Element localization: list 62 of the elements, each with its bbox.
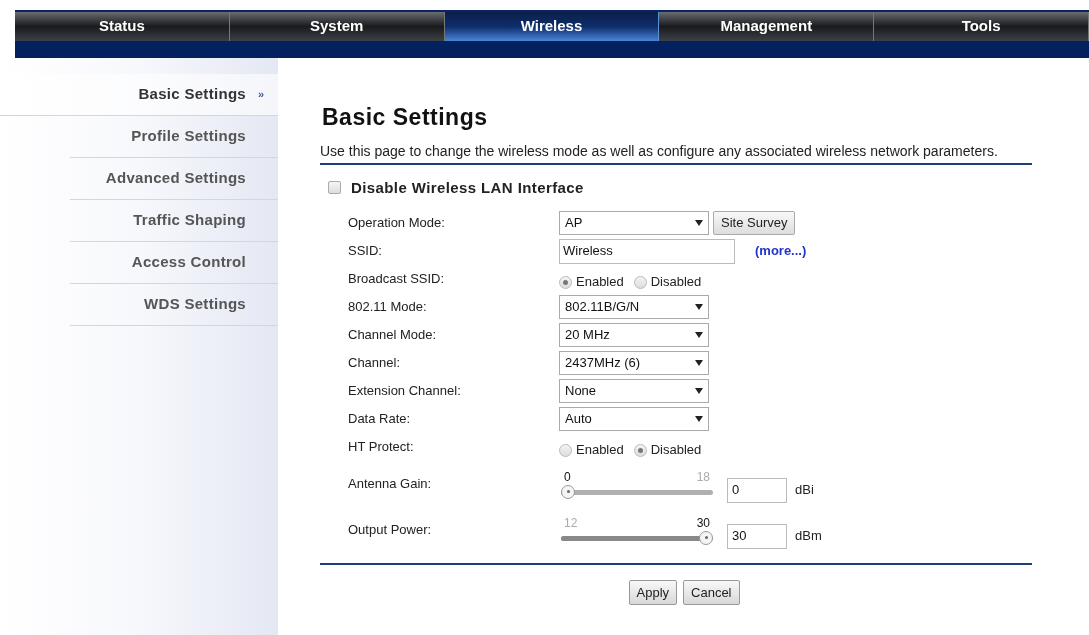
- dropdown[interactable]: None: [559, 379, 709, 403]
- field-label: 802.11 Mode:: [348, 298, 428, 317]
- slider-max-label: 18: [696, 469, 710, 484]
- sidebar-item[interactable]: Access Control: [131, 251, 246, 274]
- sidebar-item[interactable]: Profile Settings: [131, 125, 246, 148]
- field-label: SSID:: [348, 242, 383, 261]
- more-link[interactable]: (more...): [755, 241, 807, 261]
- caret-icon: [695, 360, 703, 366]
- slider[interactable]: [561, 484, 713, 499]
- field-label: Output Power:: [348, 521, 433, 540]
- dropdown[interactable]: 20 MHz: [559, 323, 709, 347]
- slider[interactable]: [561, 530, 713, 545]
- field-label: HT Protect:: [348, 438, 415, 457]
- arrow-marker: »: [257, 87, 264, 103]
- page-title: Basic Settings: [322, 103, 489, 132]
- radio-button[interactable]: [559, 275, 572, 289]
- slider-min-label: 0: [564, 469, 571, 484]
- form-button[interactable]: Apply: [628, 580, 678, 605]
- sidebar-item[interactable]: Basic Settings: [138, 83, 246, 106]
- text-field[interactable]: Wireless: [559, 238, 735, 264]
- slider-max-label: 30: [696, 515, 710, 530]
- radio-label: Disabled: [650, 273, 702, 292]
- checkbox-label: Disable Wireless LAN Interface: [351, 177, 584, 198]
- nav-tab[interactable]: System: [229, 12, 445, 41]
- form-button[interactable]: Cancel: [683, 580, 740, 605]
- value-field[interactable]: 30: [727, 523, 787, 549]
- sidebar-item[interactable]: Advanced Settings: [105, 167, 246, 190]
- field-label: Operation Mode:: [348, 214, 446, 233]
- field-label: Channel Mode:: [348, 326, 438, 345]
- caret-icon: [695, 304, 703, 310]
- dropdown[interactable]: 802.11B/G/N: [559, 295, 709, 319]
- dropdown[interactable]: 2437MHz (6): [559, 351, 709, 375]
- dropdown[interactable]: Auto: [559, 407, 709, 431]
- nav-tab[interactable]: Management: [659, 12, 875, 41]
- page-description: Use this page to change the wireless mode as well as configure any associated wireless network parameters.: [320, 142, 999, 159]
- nav-tab[interactable]: Wireless: [444, 12, 660, 41]
- field-label: Broadcast SSID:: [348, 270, 446, 289]
- dropdown[interactable]: AP: [559, 211, 709, 235]
- field-label: Extension Channel:: [348, 382, 462, 401]
- nav-tab[interactable]: Status: [15, 12, 230, 41]
- field-label: Channel:: [348, 354, 402, 373]
- radio-button[interactable]: [559, 443, 572, 457]
- field-label: Antenna Gain:: [348, 475, 433, 494]
- caret-icon: [695, 388, 703, 394]
- radio-button[interactable]: [633, 443, 647, 457]
- sidebar-item[interactable]: Traffic Shaping: [133, 209, 246, 232]
- checkbox[interactable]: [328, 181, 341, 195]
- caret-icon: [695, 416, 703, 422]
- radio-label: Disabled: [650, 441, 702, 460]
- radio-label: Enabled: [576, 273, 624, 292]
- slider-min-label: 12: [564, 515, 578, 530]
- unit-label: dBm: [795, 527, 822, 546]
- site-survey-button[interactable]: Site Survey: [713, 211, 796, 235]
- caret-icon: [695, 220, 703, 226]
- field-label: Data Rate:: [348, 410, 412, 429]
- nav-tab[interactable]: Tools: [874, 12, 1089, 41]
- radio-label: Enabled: [576, 441, 624, 460]
- value-field[interactable]: 0: [727, 477, 787, 503]
- unit-label: dBi: [795, 481, 814, 500]
- caret-icon: [695, 332, 703, 338]
- radio-button[interactable]: [633, 275, 647, 289]
- sidebar-item[interactable]: WDS Settings: [144, 293, 246, 316]
